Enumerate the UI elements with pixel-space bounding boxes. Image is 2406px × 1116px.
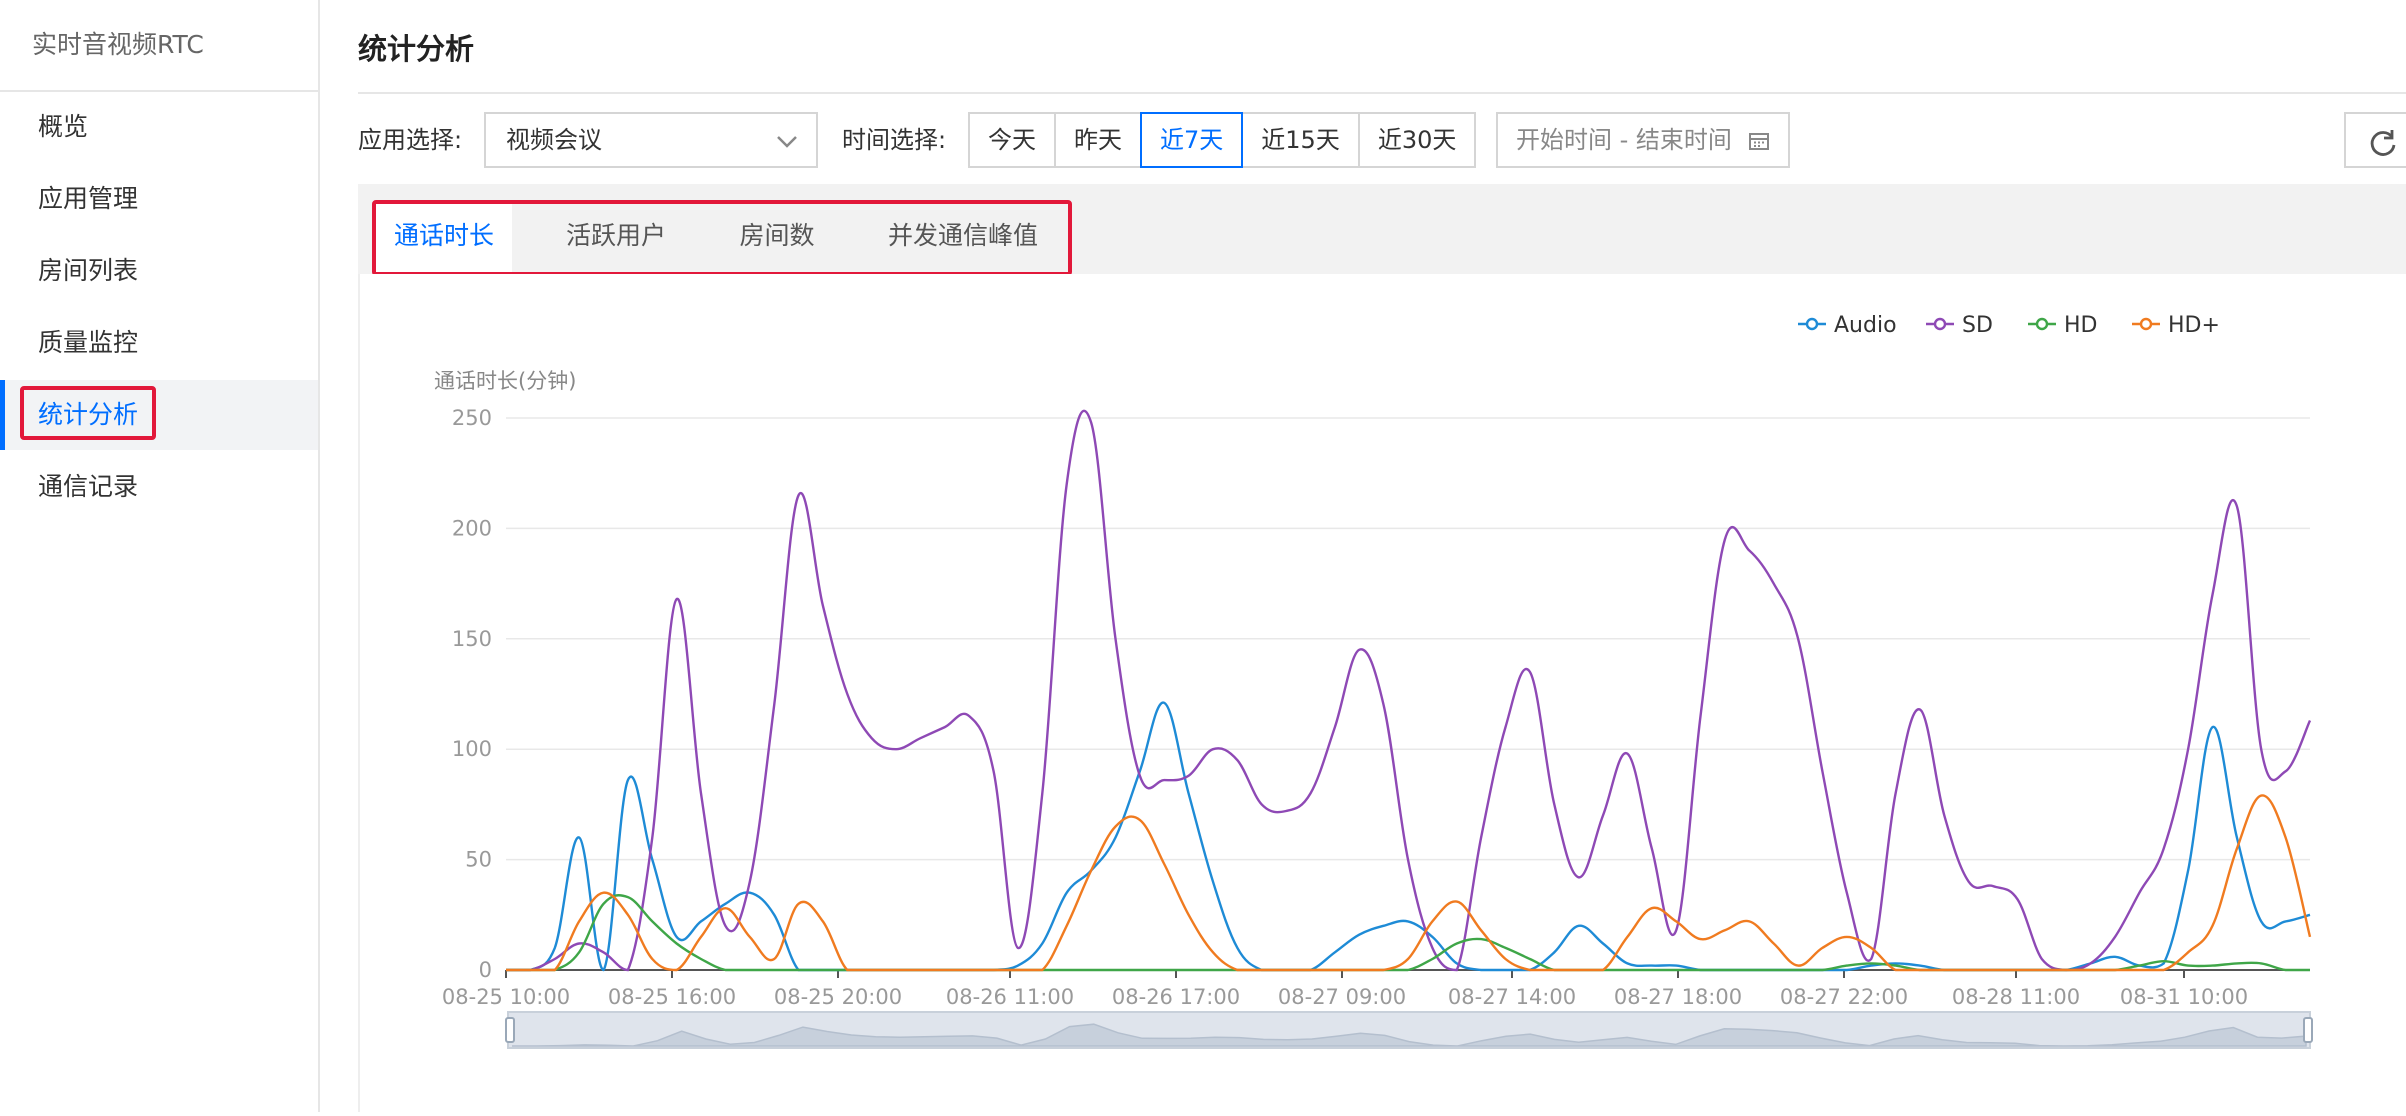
x-tick-label: 08-27 14:00 (1448, 985, 1576, 1009)
legend-item-hd[interactable]: HD (2028, 313, 2097, 338)
x-tick-label: 08-25 16:00 (608, 985, 736, 1009)
x-tick-label: 08-25 20:00 (774, 985, 902, 1009)
zoom-handle-right[interactable] (2303, 1017, 2313, 1043)
series-line-sd (506, 409, 2312, 972)
x-tick-label: 08-26 17:00 (1112, 985, 1240, 1009)
y-tick-label: 150 (452, 627, 492, 651)
title-divider (358, 92, 2406, 94)
y-axis-label: 通话时长(分钟) (434, 369, 576, 393)
chart-panel: Audio SD HD HD+ 通话时长(分钟) 0 50 100 150 200 250 08… (358, 274, 2406, 1112)
app-select-label: 应用选择: (358, 126, 463, 154)
highlight-box-tabs (372, 200, 1072, 276)
x-tick-label: 08-31 10:00 (2120, 985, 2248, 1009)
sidebar-item-quality-monitoring[interactable]: 质量监控 (0, 308, 318, 378)
legend-label: HD+ (2168, 313, 2220, 338)
legend-marker (1933, 317, 1947, 331)
legend-marker (1805, 317, 1819, 331)
time-option-30days[interactable]: 近30天 (1357, 112, 1477, 168)
time-select-label: 时间选择: (842, 126, 947, 154)
highlight-box-sidebar (20, 386, 156, 440)
x-tick-label: 08-27 18:00 (1614, 985, 1742, 1009)
legend-label: HD (2064, 313, 2097, 338)
series-line-hd-plus (506, 794, 2312, 972)
y-tick-label: 200 (452, 516, 492, 540)
sidebar: 实时音视频RTC 概览 应用管理 房间列表 质量监控 统计分析 通信记录 (0, 0, 320, 1112)
legend-item-hd-plus[interactable]: HD+ (2132, 313, 2220, 338)
date-range-picker[interactable]: 开始时间 - 结束时间 (1496, 112, 1790, 168)
x-tick-label: 08-26 11:00 (946, 985, 1074, 1009)
x-tick-label: 08-27 22:00 (1780, 985, 1908, 1009)
time-option-today[interactable]: 今天 (968, 112, 1056, 168)
time-option-yesterday[interactable]: 昨天 (1054, 112, 1142, 168)
sidebar-item-app-management[interactable]: 应用管理 (0, 164, 318, 234)
y-tick-label: 50 (465, 848, 492, 872)
x-tick-label: 08-28 11:00 (1952, 985, 2080, 1009)
date-range-placeholder: 开始时间 - 结束时间 (1516, 126, 1732, 154)
time-option-7days[interactable]: 近7天 (1140, 112, 1244, 168)
x-tick-label: 08-25 10:00 (442, 985, 570, 1009)
y-tick-label: 250 (452, 406, 492, 430)
data-zoom-slider[interactable] (505, 1011, 2313, 1049)
sidebar-item-call-records[interactable]: 通信记录 (0, 452, 318, 522)
page-title: 统计分析 (358, 32, 475, 66)
refresh-button[interactable] (2344, 112, 2406, 168)
call-duration-chart: Audio SD HD HD+ 通话时长(分钟) 0 50 100 150 200 250 08… (434, 313, 2313, 1049)
sidebar-item-room-list[interactable]: 房间列表 (0, 236, 318, 306)
legend-item-sd[interactable]: SD (1926, 313, 1993, 338)
x-tick-label: 08-27 09:00 (1278, 985, 1406, 1009)
sidebar-title: 实时音视频RTC (0, 0, 318, 92)
sidebar-item-overview[interactable]: 概览 (0, 92, 318, 162)
series-line-audio (506, 701, 2311, 972)
time-range-group: 今天 昨天 近7天 近15天 近30天 (968, 112, 1477, 168)
chevron-down-icon (777, 136, 797, 148)
legend-item-audio[interactable]: Audio (1798, 313, 1897, 338)
zoom-handle-left[interactable] (505, 1017, 515, 1043)
app-select-value: 视频会议 (506, 126, 602, 154)
legend-marker (2035, 317, 2049, 331)
legend-marker (2139, 317, 2153, 331)
time-option-15days[interactable]: 近15天 (1241, 112, 1360, 168)
refresh-icon (2370, 130, 2396, 156)
calendar-icon (1749, 133, 1769, 150)
y-tick-label: 0 (479, 958, 492, 982)
app-select[interactable]: 视频会议 (484, 112, 818, 168)
legend-label: Audio (1834, 313, 1897, 338)
y-tick-label: 100 (452, 737, 492, 761)
legend-label: SD (1962, 313, 1993, 338)
